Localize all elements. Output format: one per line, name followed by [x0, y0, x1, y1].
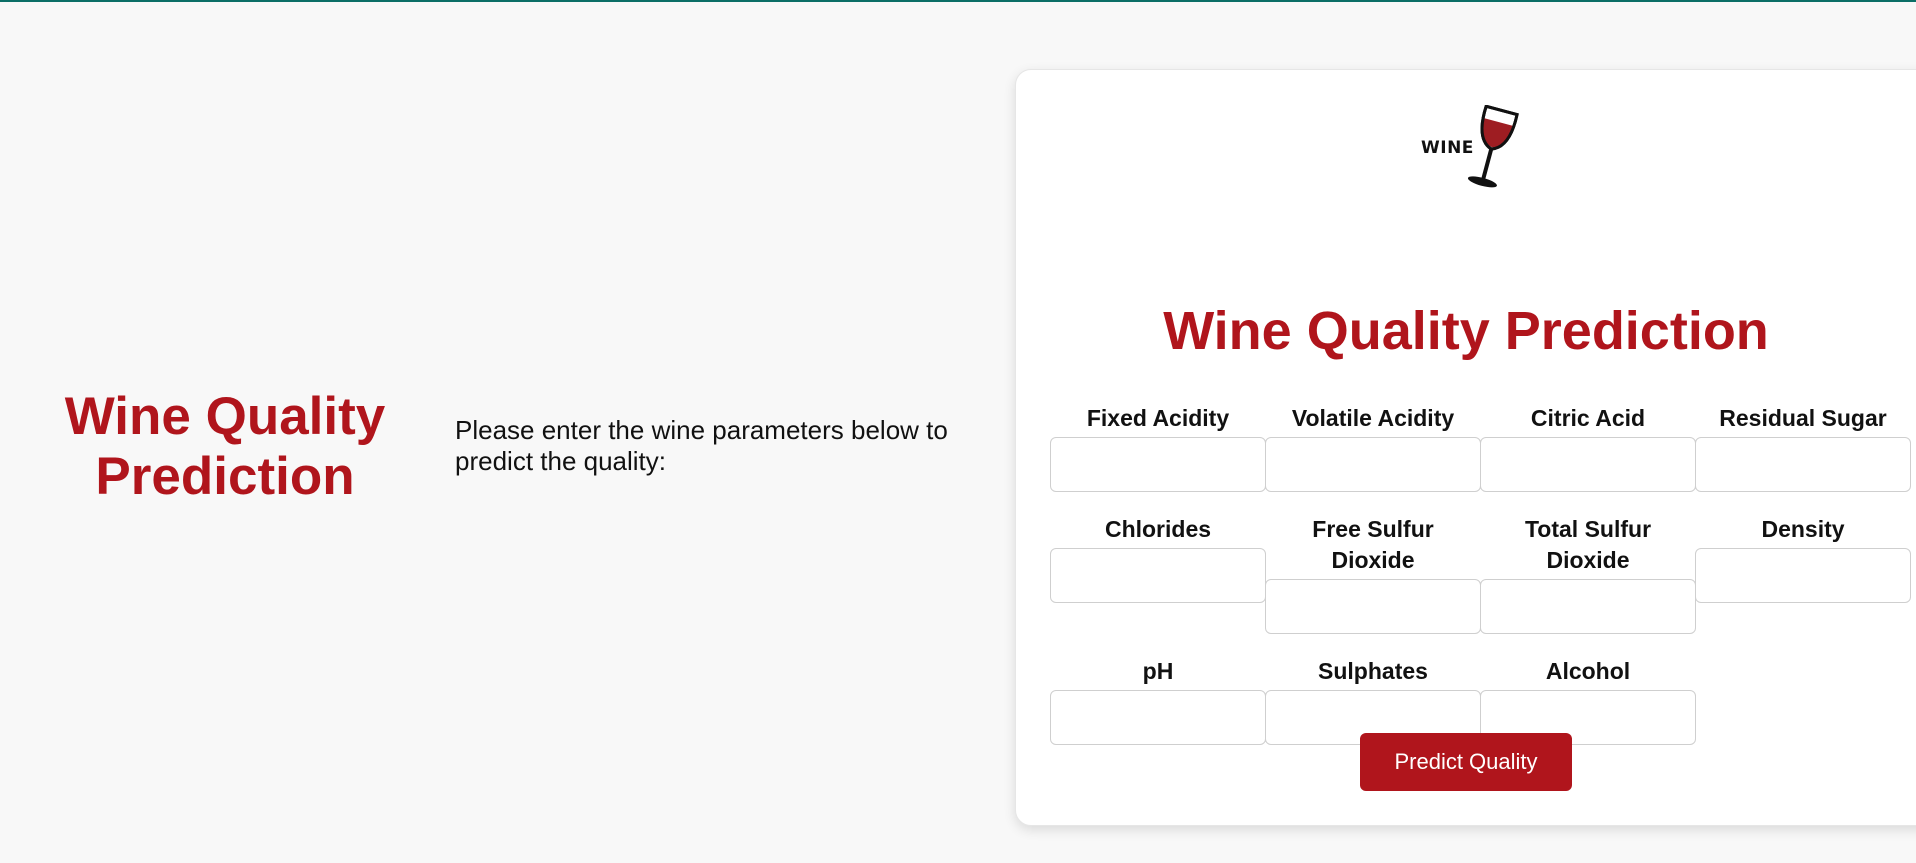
density-label: Density [1761, 516, 1845, 542]
wine-glass-icon [1467, 105, 1519, 188]
predict-quality-button[interactable]: Predict Quality [1360, 733, 1572, 791]
field-alcohol: Alcohol [1480, 656, 1696, 745]
citric-acid-input[interactable] [1480, 437, 1696, 492]
field-fixed-acidity: Fixed Acidity [1050, 403, 1266, 492]
total-sulfur-dioxide-label: Total Sulfur Dioxide [1524, 516, 1652, 573]
chlorides-input[interactable] [1050, 548, 1266, 603]
ph-label: pH [1142, 658, 1174, 684]
form-title: Wine Quality Prediction [1163, 301, 1769, 361]
field-chlorides: Chlorides [1050, 514, 1266, 603]
citric-acid-label: Citric Acid [1530, 405, 1646, 431]
chlorides-label: Chlorides [1104, 516, 1212, 542]
prediction-card: WINE Wine Quality Prediction Fixed Acidi… [1015, 69, 1916, 826]
residual-sugar-label: Residual Sugar [1719, 405, 1887, 431]
free-sulfur-dioxide-input[interactable] [1265, 579, 1481, 634]
field-density: Density [1695, 514, 1911, 603]
fixed-acidity-label: Fixed Acidity [1086, 405, 1230, 431]
hero-title: Wine Quality Prediction [64, 387, 386, 506]
sulphates-label: Sulphates [1318, 658, 1428, 684]
field-total-sulfur-dioxide: Total Sulfur Dioxide [1480, 514, 1696, 634]
intro-text: Please enter the wine parameters below t… [455, 415, 948, 476]
field-volatile-acidity: Volatile Acidity [1265, 403, 1481, 492]
wine-logo: WINE [1421, 105, 1521, 195]
density-input[interactable] [1695, 548, 1911, 603]
field-free-sulfur-dioxide: Free Sulfur Dioxide [1265, 514, 1481, 634]
residual-sugar-input[interactable] [1695, 437, 1911, 492]
field-ph: pH [1050, 656, 1266, 745]
ph-input[interactable] [1050, 690, 1266, 745]
field-residual-sugar: Residual Sugar [1695, 403, 1911, 492]
fixed-acidity-input[interactable] [1050, 437, 1266, 492]
field-citric-acid: Citric Acid [1480, 403, 1696, 492]
volatile-acidity-label: Volatile Acidity [1291, 405, 1455, 431]
field-sulphates: Sulphates [1265, 656, 1481, 745]
free-sulfur-dioxide-label: Free Sulfur Dioxide [1312, 516, 1434, 573]
alcohol-label: Alcohol [1545, 658, 1631, 684]
total-sulfur-dioxide-input[interactable] [1480, 579, 1696, 634]
volatile-acidity-input[interactable] [1265, 437, 1481, 492]
